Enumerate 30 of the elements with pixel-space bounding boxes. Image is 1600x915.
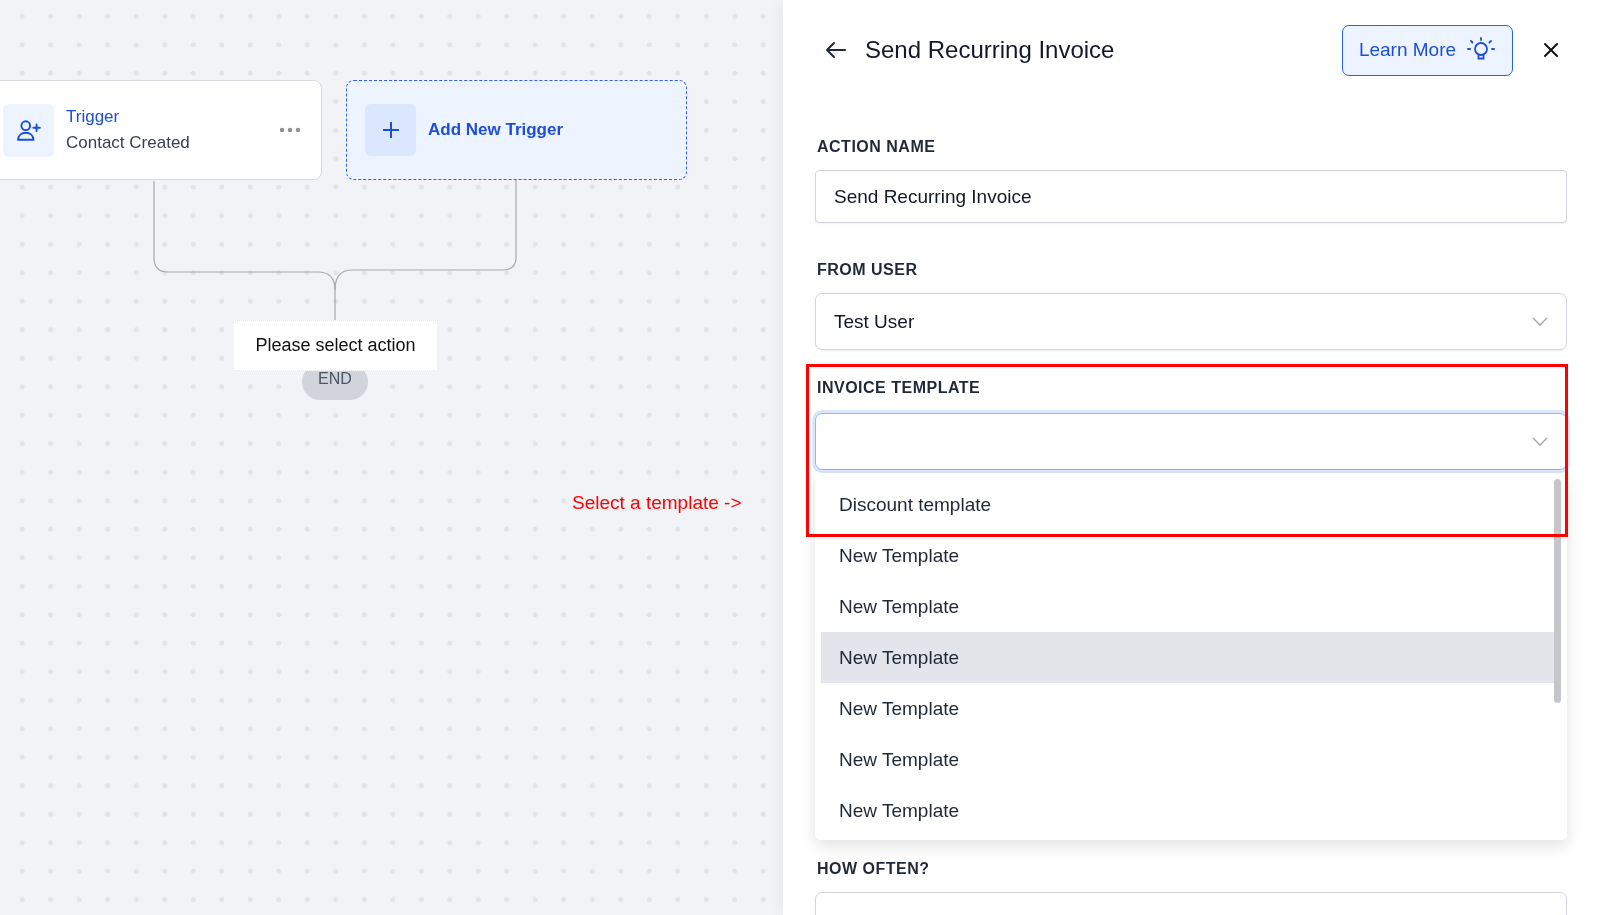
field-label: FROM USER	[817, 261, 919, 279]
more-icon[interactable]	[279, 127, 301, 133]
trigger-subtitle: Contact Created	[66, 133, 190, 153]
text-field[interactable]: Send Recurring Invoice	[815, 170, 1567, 223]
dropdown-option[interactable]: New Template	[821, 632, 1555, 683]
panel-title: Send Recurring Invoice	[865, 36, 1115, 64]
close-icon[interactable]	[1543, 42, 1559, 58]
add-trigger-button[interactable]: Add New Trigger	[346, 80, 687, 180]
trigger-title: Trigger	[66, 107, 121, 127]
dropdown-option[interactable]: New Template	[821, 734, 1555, 785]
chevron-down-icon	[1532, 437, 1548, 446]
plus-icon	[380, 120, 401, 140]
dropdown-option[interactable]: Discount template	[821, 479, 1555, 530]
dropdown-option[interactable]: New Template	[821, 581, 1555, 632]
scrollbar-thumb[interactable]	[1554, 479, 1561, 703]
field-label: HOW OFTEN?	[817, 860, 931, 878]
dropdown-option[interactable]: New Template	[821, 530, 1555, 581]
trigger-node[interactable]: Trigger Contact Created	[0, 80, 322, 180]
dropdown-option[interactable]: New Template	[821, 785, 1555, 836]
learn-more-button[interactable]: Learn More	[1342, 24, 1513, 76]
action-placeholder[interactable]: Please select action	[233, 320, 438, 371]
chevron-down-icon	[1532, 317, 1548, 326]
dropdown-field[interactable]: Test User	[815, 293, 1567, 350]
back-arrow-icon[interactable]	[825, 41, 847, 59]
dropdown-field[interactable]	[815, 413, 1567, 470]
user-plus-icon	[15, 117, 42, 143]
field-label: ACTION NAME	[817, 138, 937, 156]
dropdown-option[interactable]: New Template	[821, 683, 1555, 734]
field-label: INVOICE TEMPLATE	[817, 379, 982, 397]
annotation-text: Select a template ->	[572, 492, 742, 514]
